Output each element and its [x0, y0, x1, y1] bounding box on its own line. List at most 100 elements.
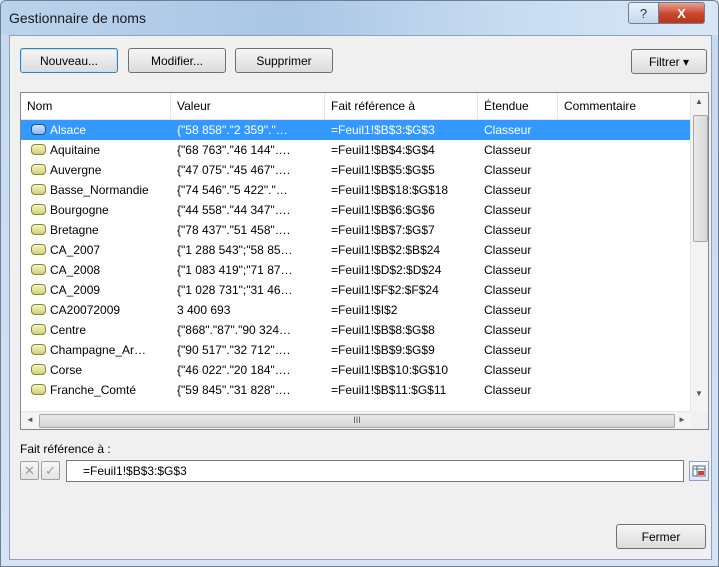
- close-button[interactable]: Fermer: [616, 524, 706, 549]
- scroll-down-icon[interactable]: ▼: [695, 389, 703, 398]
- table-row[interactable]: Bretagne {"78 437"."51 458"…. =Feuil1!$B$7…: [21, 220, 691, 240]
- column-header-refers-to[interactable]: Fait référence à: [325, 93, 478, 119]
- scroll-right-icon[interactable]: ►: [678, 415, 686, 424]
- cell-scope: Classeur: [478, 140, 558, 160]
- table-row[interactable]: Bourgogne {"44 558"."44 347"…. =Feuil1!$B$…: [21, 200, 691, 220]
- table-row[interactable]: Basse_Normandie {"74 546"."5 422"."… =Feui…: [21, 180, 691, 200]
- confirm-edit-button[interactable]: ✓: [41, 461, 60, 480]
- cell-refers-to: =Feuil1!$I$2: [325, 300, 478, 320]
- column-header-scope[interactable]: Étendue: [478, 93, 558, 119]
- cell-refers-to-text: =Feuil1!$B$7:$G$7: [331, 223, 435, 237]
- table-row[interactable]: Alsace {"58 858"."2 359"."… =Feuil1!$B$3:$…: [21, 120, 691, 140]
- cell-scope-text: Classeur: [484, 283, 532, 297]
- cell-refers-to-text: =Feuil1!$B$18:$G$18: [331, 183, 449, 197]
- cell-value: {"1 288 543";"58 85…: [171, 240, 325, 260]
- cell-scope-text: Classeur: [484, 163, 532, 177]
- table-row[interactable]: Aquitaine {"68 763"."46 144"…. =Feuil1!$B$…: [21, 140, 691, 160]
- named-range-icon: [31, 204, 46, 215]
- column-header-name[interactable]: Nom: [21, 93, 171, 119]
- cell-name: Auvergne: [21, 160, 171, 180]
- table-row[interactable]: Corse {"46 022"."20 184"…. =Feuil1!$B$10:$…: [21, 360, 691, 380]
- cell-comment: [558, 180, 691, 200]
- help-button[interactable]: ?: [628, 2, 659, 24]
- table-row[interactable]: CA_2009 {"1 028 731";"31 46… =Feuil1!$F$2:…: [21, 280, 691, 300]
- collapse-dialog-button[interactable]: [689, 461, 709, 481]
- cell-scope: Classeur: [478, 180, 558, 200]
- filter-button[interactable]: Filtrer ▾: [631, 49, 707, 74]
- cell-value: {"90 517"."32 712"….: [171, 340, 325, 360]
- named-range-icon: [31, 304, 46, 315]
- cell-name-text: Alsace: [50, 123, 87, 137]
- cell-name-text: Champagne_Ar…: [50, 343, 147, 357]
- cell-name-text: Bourgogne: [50, 203, 109, 217]
- cell-refers-to: =Feuil1!$B$7:$G$7: [325, 220, 478, 240]
- cell-value-text: {"1 083 419";"71 87…: [177, 263, 293, 277]
- help-icon: ?: [639, 5, 648, 21]
- cell-scope-text: Classeur: [484, 243, 532, 257]
- close-window-button[interactable]: X: [658, 2, 705, 24]
- cell-name-text: Aquitaine: [50, 143, 101, 157]
- cell-name: Champagne_Ar…: [21, 340, 171, 360]
- vertical-scrollbar[interactable]: ▲ ▼: [690, 93, 708, 412]
- named-range-icon: [31, 364, 46, 375]
- cell-comment: [558, 240, 691, 260]
- cell-value-text: {"868"."87"."90 324…: [177, 323, 292, 337]
- cell-scope-text: Classeur: [484, 183, 532, 197]
- column-header-comment[interactable]: Commentaire: [558, 93, 691, 119]
- edit-button-label: Modifier...: [150, 53, 204, 68]
- title-bar[interactable]: Gestionnaire de noms ? X: [1, 1, 718, 35]
- cell-name: Aquitaine: [21, 140, 171, 160]
- vertical-scroll-thumb[interactable]: [693, 115, 708, 242]
- cell-name: CA20072009: [21, 300, 171, 320]
- cell-scope: Classeur: [478, 280, 558, 300]
- new-button[interactable]: Nouveau...: [20, 48, 118, 73]
- cell-value: {"58 858"."2 359"."…: [171, 120, 325, 140]
- named-range-icon: [31, 264, 46, 275]
- scroll-up-icon[interactable]: ▲: [695, 97, 703, 106]
- cell-value: {"74 546"."5 422"."…: [171, 180, 325, 200]
- cell-value-text: {"44 558"."44 347"….: [177, 203, 291, 217]
- cell-scope-text: Classeur: [484, 123, 532, 137]
- dialog-title: Gestionnaire de noms: [9, 10, 146, 26]
- edit-button[interactable]: Modifier...: [128, 48, 226, 73]
- table-row[interactable]: CA_2007 {"1 288 543";"58 85… =Feuil1!$B$2:…: [21, 240, 691, 260]
- refers-to-input[interactable]: =Feuil1!$B$3:$G$3: [66, 460, 684, 482]
- scroll-left-icon[interactable]: ◄: [26, 415, 34, 424]
- table-row[interactable]: CA_2008 {"1 083 419";"71 87… =Feuil1!$D$2:…: [21, 260, 691, 280]
- table-row[interactable]: Franche_Comté {"59 845"."31 828"…. =Feuil1…: [21, 380, 691, 400]
- cell-scope-text: Classeur: [484, 203, 532, 217]
- cancel-edit-button[interactable]: ✕: [20, 461, 39, 480]
- cell-name: CA_2009: [21, 280, 171, 300]
- cell-name-text: CA_2009: [50, 283, 101, 297]
- cell-name-text: Basse_Normandie: [50, 183, 149, 197]
- cancel-icon: ✕: [24, 462, 35, 478]
- table-row[interactable]: Champagne_Ar… {"90 517"."32 712"…. =Feuil1…: [21, 340, 691, 360]
- cell-value: {"868"."87"."90 324…: [171, 320, 325, 340]
- cell-name: Franche_Comté: [21, 380, 171, 400]
- named-range-icon: [31, 184, 46, 195]
- named-range-icon: [31, 244, 46, 255]
- cell-value: {"44 558"."44 347"….: [171, 200, 325, 220]
- table-row[interactable]: Auvergne {"47 075"."45 467"…. =Feuil1!$B$5…: [21, 160, 691, 180]
- cell-value: {"59 845"."31 828"….: [171, 380, 325, 400]
- cell-refers-to: =Feuil1!$B$11:$G$11: [325, 380, 478, 400]
- table-row[interactable]: Centre {"868"."87"."90 324… =Feuil1!$B$8:$…: [21, 320, 691, 340]
- horizontal-scrollbar[interactable]: ◄ III ►: [21, 411, 691, 429]
- list-header: Nom Valeur Fait référence à Étendue Comm…: [21, 93, 691, 120]
- cell-refers-to-text: =Feuil1!$B$8:$G$8: [331, 323, 435, 337]
- named-range-icon: [31, 284, 46, 295]
- cell-name-text: Centre: [50, 323, 87, 337]
- cell-refers-to-text: =Feuil1!$B$10:$G$10: [331, 363, 449, 377]
- column-header-value[interactable]: Valeur: [171, 93, 325, 119]
- delete-button[interactable]: Supprimer: [235, 48, 333, 73]
- names-list[interactable]: Nom Valeur Fait référence à Étendue Comm…: [20, 92, 709, 430]
- table-row[interactable]: CA20072009 3 400 693 =Feuil1!$I$2 Classeur: [21, 300, 691, 320]
- cell-scope-text: Classeur: [484, 223, 532, 237]
- cell-scope: Classeur: [478, 320, 558, 340]
- cell-value: {"1 028 731";"31 46…: [171, 280, 325, 300]
- horizontal-scroll-thumb[interactable]: III: [39, 414, 675, 428]
- cell-value: 3 400 693: [171, 300, 325, 320]
- cell-name: Centre: [21, 320, 171, 340]
- cell-name-text: Bretagne: [50, 223, 99, 237]
- cell-scope-text: Classeur: [484, 383, 532, 397]
